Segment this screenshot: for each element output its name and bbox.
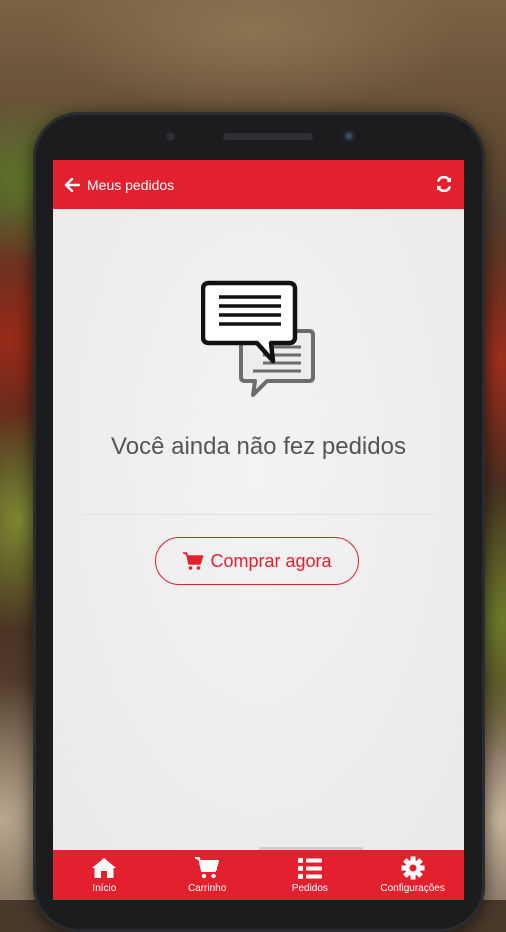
tab-carrinho[interactable]: Carrinho (156, 850, 259, 900)
chat-bubbles-icon (201, 280, 315, 397)
list-icon (297, 858, 322, 879)
bottom-tab-bar: Início Carrinho Pedidos Configurações (53, 850, 464, 900)
buy-now-label: Comprar agora (210, 550, 332, 571)
buy-now-button[interactable]: Comprar agora (155, 537, 359, 585)
back-button[interactable] (61, 174, 83, 196)
refresh-button[interactable] (434, 174, 454, 194)
arrow-left-icon (64, 177, 80, 192)
refresh-icon (437, 175, 451, 193)
app-screen: Meus pedidos Você ainda não fez pedidos … (53, 160, 464, 900)
tab-label: Carrinho (187, 883, 227, 894)
tab-pedidos[interactable]: Pedidos (259, 850, 362, 900)
app-bar: Meus pedidos (53, 160, 464, 209)
earpiece-speaker (223, 133, 313, 140)
home-icon (92, 858, 117, 878)
sensor-dot (166, 132, 175, 141)
front-camera (342, 129, 356, 143)
tab-configuracoes[interactable]: Configurações (361, 850, 464, 900)
cart-icon (195, 857, 220, 879)
divider (83, 514, 433, 515)
orders-content: Você ainda não fez pedidos Comprar agora (53, 209, 464, 850)
tab-label: Pedidos (291, 883, 328, 894)
page-title: Meus pedidos (87, 176, 175, 193)
gear-icon (401, 856, 425, 880)
empty-state-message: Você ainda não fez pedidos (111, 433, 406, 460)
tab-inicio[interactable]: Início (53, 850, 156, 900)
cart-icon (183, 552, 204, 570)
tab-label: Configurações (380, 883, 445, 894)
tab-label: Início (92, 883, 117, 894)
